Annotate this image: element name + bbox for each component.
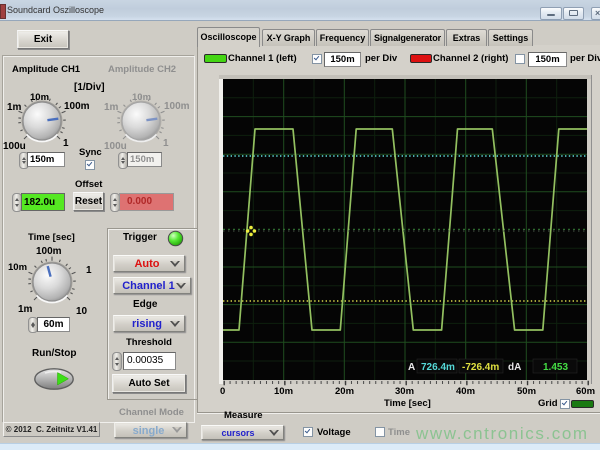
svg-text:726.4m: 726.4m [421,362,455,373]
svg-text:-726.4m: -726.4m [462,362,499,373]
svg-text:dA: dA [508,362,521,373]
svg-text:A: A [408,362,415,373]
svg-text:1.453: 1.453 [543,362,568,373]
